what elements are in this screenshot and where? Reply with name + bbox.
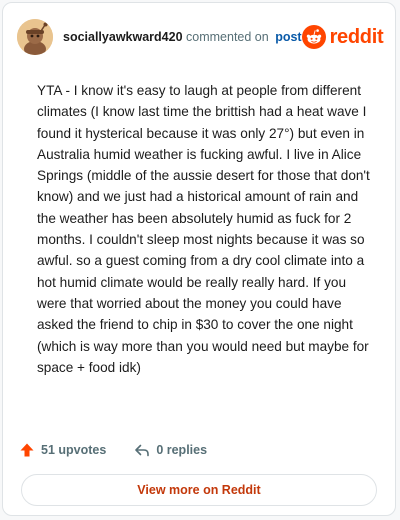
- comment-meta: sociallyawkward420 commented on post: [63, 30, 302, 44]
- avatar-icon: [17, 19, 53, 55]
- arrow-up-icon: [20, 443, 34, 457]
- comment-header: sociallyawkward420 commented on post red…: [17, 17, 384, 57]
- upvote-count: 51 upvotes: [41, 443, 107, 457]
- view-more-button[interactable]: View more on Reddit: [21, 474, 377, 506]
- commented-on-text: commented on: [186, 30, 269, 44]
- user-avatar[interactable]: [17, 19, 53, 55]
- reddit-snoo-icon: [301, 25, 326, 49]
- post-link[interactable]: post: [275, 30, 301, 44]
- reddit-wordmark: reddit: [329, 25, 384, 48]
- reply-count: 0 replies: [156, 443, 208, 457]
- reddit-logo[interactable]: reddit: [301, 25, 384, 49]
- upvote-button[interactable]: 51 upvotes: [19, 442, 106, 458]
- comment-body: YTA - I know it's easy to laugh at peopl…: [37, 83, 370, 375]
- reply-arrow-icon: [135, 444, 150, 457]
- comment-actions: 51 upvotes 0 replies: [19, 439, 207, 461]
- comment-card: sociallyawkward420 commented on post red…: [2, 2, 396, 516]
- username-link[interactable]: sociallyawkward420: [63, 30, 183, 44]
- replies-button[interactable]: 0 replies: [134, 442, 207, 458]
